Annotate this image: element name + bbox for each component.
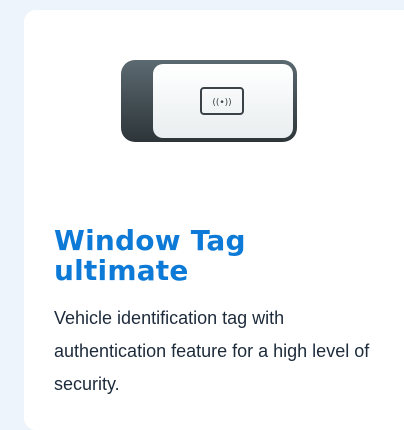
product-title-line1: Window Tag	[54, 224, 246, 257]
product-card[interactable]: ((•)) Window Tag ultimate Vehicle identi…	[24, 10, 404, 430]
product-title: Window Tag ultimate	[54, 226, 394, 286]
nfc-label: ((•))	[212, 98, 231, 108]
product-title-line2: ultimate	[54, 254, 189, 287]
product-description: Vehicle identification tag with authenti…	[54, 308, 370, 394]
window-tag-device-icon: ((•))	[121, 60, 297, 142]
